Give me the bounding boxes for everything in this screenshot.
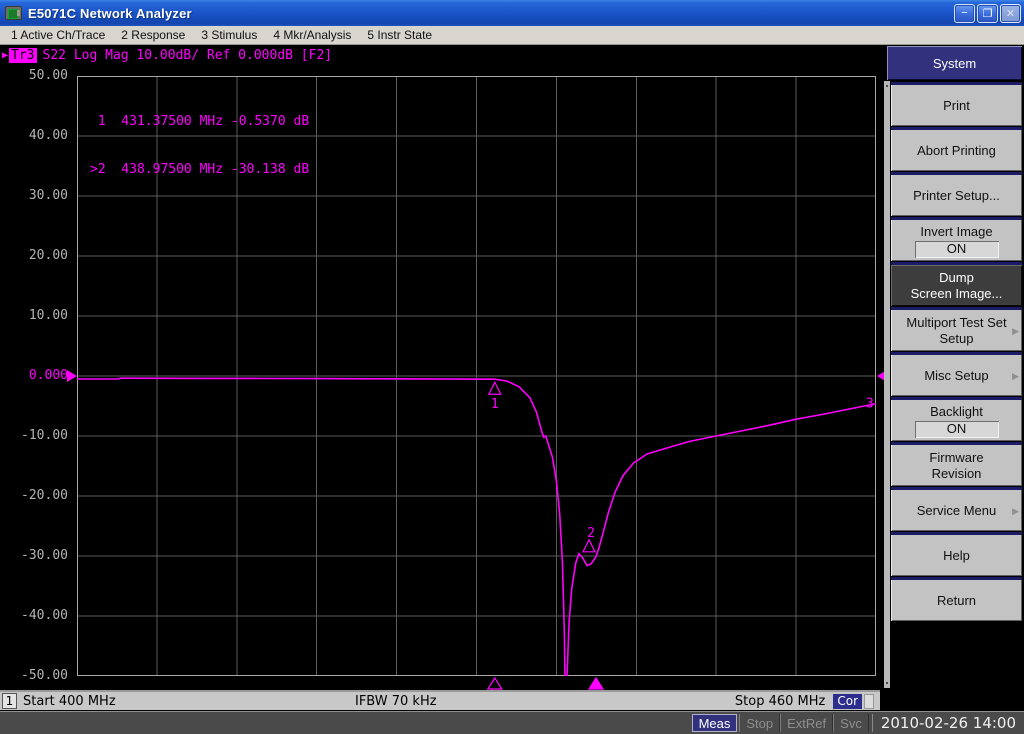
status-meas: Meas [691,714,738,732]
softkey-label: Invert Image [920,223,993,239]
softkey-label: Backlight [930,403,983,419]
softkey-invert-image[interactable]: Invert Image ON [891,217,1022,261]
menu-5-instr-state[interactable]: 5 Instr State [359,27,440,43]
e5071c-window: E5071C Network Analyzer − ❐ ✕ 1 Active C… [0,0,1024,734]
softkey-label: Misc Setup [924,367,989,383]
submenu-arrow-icon: ▶ [1012,325,1019,336]
softkey-return[interactable]: Return [891,577,1022,621]
y-tick-40-00: 40.00 [28,128,68,143]
softkey-backlight[interactable]: Backlight ON [891,397,1022,441]
scale-bar: 1 Start 400 MHz IFBW 70 kHz Stop 460 MHz… [0,690,880,710]
marker-2-icon [582,538,596,553]
correction-status-badge: Cor [833,693,862,709]
softkey-toggle-state: ON [914,240,999,258]
softkey-toggle-state: ON [914,420,999,438]
menu-bar: 1 Active Ch/Trace 2 Response 3 Stimulus 4 M… [0,26,1024,45]
softkey-dump-screen-image[interactable]: Dump Screen Image... [891,262,1022,306]
instrument-screen: ▶ Tr3 S22 Log Mag 10.00dB/ Ref 0.000dB [… [0,45,887,711]
status-bar: Meas Stop ExtRef Svc 2010-02-26 14:00 [0,711,1024,734]
softkey-label-line2: Setup [939,330,974,346]
menu-3-stimulus[interactable]: 3 Stimulus [193,27,265,43]
clock: 2010-02-26 14:00 [871,714,1020,732]
minimize-button[interactable]: − [954,3,975,23]
scalebar-blank-box [864,693,874,709]
marker-1-icon [487,380,502,395]
close-button[interactable]: ✕ [1000,3,1021,23]
ref-level-triangle-left-icon [67,370,77,382]
title-bar: E5071C Network Analyzer − ❐ ✕ [0,0,1024,26]
y-tick-10-00: -10.00 [21,428,68,443]
softkey-firmware-revision[interactable]: Firmware Revision [891,442,1022,486]
window-title: E5071C Network Analyzer [28,5,192,21]
marker1-readout: 1 431.37500 MHz -0.5370 dB [90,114,310,129]
channel-number-box[interactable]: 1 [2,693,17,709]
softkey-multiport-test-set-setup[interactable]: Multiport Test Set Setup ▶ [891,307,1022,351]
stimulus-marker-1-icon [486,677,503,690]
y-tick-30-00: -30.00 [21,548,68,563]
svg-text:2: 2 [587,526,595,541]
softkey-service-menu[interactable]: Service Menu ▶ [891,487,1022,531]
ifbw-label: IFBW 70 kHz [355,693,437,709]
softkey-label: Print [943,97,970,113]
y-tick-50-00: 50.00 [28,68,68,83]
trace-number-label: 3 [866,397,874,412]
y-tick-30-00: 30.00 [28,188,68,203]
softkey-label: Service Menu [916,502,997,518]
stop-frequency-label: Stop 460 MHz [734,693,826,709]
stimulus-marker-strip [486,677,605,690]
start-frequency-label: Start 400 MHz [23,693,116,709]
softkey-scroll-strip[interactable] [884,81,890,688]
y-tick-10-00: 10.00 [28,308,68,323]
menu-2-response[interactable]: 2 Response [113,27,193,43]
marker-readout: 1 431.37500 MHz -0.5370 dB >2 438.97500 … [90,82,309,210]
softkey-label: Help [943,547,970,563]
marker2-readout: >2 438.97500 MHz -30.138 dB [90,162,310,177]
main-area: ▶ Tr3 S22 Log Mag 10.00dB/ Ref 0.000dB [… [0,45,1024,711]
trace-detail: S22 Log Mag 10.00dB/ Ref 0.000dB [F2] [42,48,333,63]
softkey-print[interactable]: Print [891,82,1022,126]
softkey-label: Abort Printing [917,142,996,158]
submenu-arrow-icon: ▶ [1012,370,1019,381]
softkey-label: Dump [939,269,974,285]
softkey-label-line2: Revision [931,465,982,481]
svg-text:1: 1 [491,397,499,412]
status-extref: ExtRef [780,714,834,732]
stimulus-marker-2-icon [587,677,605,690]
y-axis-labels: 50.00 40.00 30.00 20.00 10.00 0.000 -10.00 -20.… [0,45,72,711]
y-tick-20-00: -20.00 [21,488,68,503]
softkey-misc-setup[interactable]: Misc Setup ▶ [891,352,1022,396]
submenu-arrow-icon: ▶ [1012,505,1019,516]
softkey-list: Print Abort Printing Printer Setup... Inver… [891,82,1022,622]
softkey-menu-title: System [887,46,1022,80]
status-svc: Svc [833,714,869,732]
softkey-sidebar: System Print Abort Printing Printer Setup.… [884,45,1024,711]
softkey-help[interactable]: Help [891,532,1022,576]
menu-4-mkr-analysis[interactable]: 4 Mkr/Analysis [265,27,359,43]
app-icon [5,6,22,20]
softkey-label: Printer Setup... [913,187,1000,203]
y-tick-0-000: 0.000 [28,368,68,383]
softkey-printer-setup[interactable]: Printer Setup... [891,172,1022,216]
restore-button[interactable]: ❐ [977,3,998,23]
softkey-label: Firmware [929,449,984,465]
y-tick-50-00: -50.00 [21,668,68,683]
y-tick-20-00: 20.00 [28,248,68,263]
menu-1-active-ch-trace[interactable]: 1 Active Ch/Trace [3,27,113,43]
softkey-abort-printing[interactable]: Abort Printing [891,127,1022,171]
softkey-label: Return [936,592,977,608]
softkey-label: Multiport Test Set [906,314,1007,330]
status-stop: Stop [739,714,781,732]
softkey-label-line2: Screen Image... [910,285,1003,301]
y-tick-40-00: -40.00 [21,608,68,623]
